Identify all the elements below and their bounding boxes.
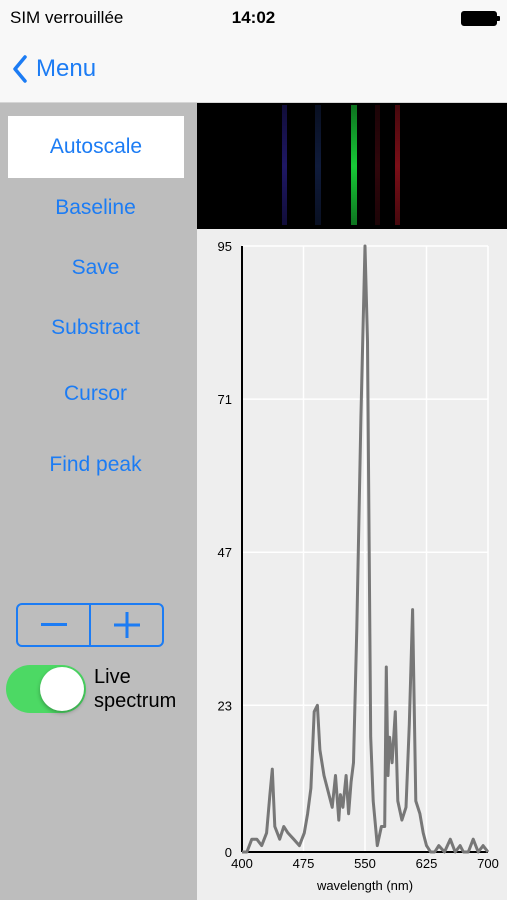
plus-icon [113,612,140,638]
save-button[interactable]: Save [0,256,191,280]
stepper-plus-button[interactable] [91,605,162,645]
chart-svg: 023477195400 475 550 625 700wavelength (nm) [218,239,499,893]
autoscale-button[interactable]: Autoscale [8,116,184,178]
spectrum-bands [282,105,400,225]
chevron-left-icon [13,55,27,83]
minus-icon [40,623,67,626]
y-tick-label: 47 [218,545,232,560]
stepper-minus-button[interactable] [18,605,91,645]
spectrum-band [351,105,357,225]
live-label-line1: Live [94,666,131,688]
y-tick-label: 71 [218,392,232,407]
x-tick-label: 400 [231,856,253,871]
spectrum-band [315,105,321,225]
spectrum-image [197,103,507,229]
live-label-line2: spectrum [94,690,177,712]
x-axis-label: wavelength (nm) [316,878,413,893]
y-tick-label: 23 [218,698,232,713]
sidebar: Autoscale Baseline Save Substract Cursor… [0,103,197,900]
x-tick-label: 700 [477,856,499,871]
x-tick-label: 475 [293,856,315,871]
status-time: 14:02 [231,8,276,27]
toggle-knob [40,667,84,711]
y-tick-label: 95 [218,239,232,254]
x-tick-label: 625 [416,856,438,871]
spectrum-band [282,105,287,225]
spectrum-band [375,105,380,225]
cursor-button[interactable]: Cursor [0,382,191,406]
baseline-button[interactable]: Baseline [0,196,191,220]
back-button[interactable]: Menu [12,50,96,88]
x-tick-label: 550 [354,856,376,871]
substract-button[interactable]: Substract [0,316,191,340]
battery-icon [461,11,500,26]
navigation-bar: Menu [0,36,507,103]
zoom-stepper [16,603,164,647]
find-peak-button[interactable]: Find peak [0,453,191,477]
spectrum-chart[interactable]: 0 23 47 71 95 400 475 550 625 700 wavelength (nm) [197,229,507,900]
live-spectrum-toggle[interactable] [6,665,86,713]
status-bar: SIM verrouillée 14:02 [0,0,507,36]
spectrum-band [395,105,400,225]
live-spectrum-label: Live spectrum [94,665,194,713]
back-label: Menu [36,55,97,82]
